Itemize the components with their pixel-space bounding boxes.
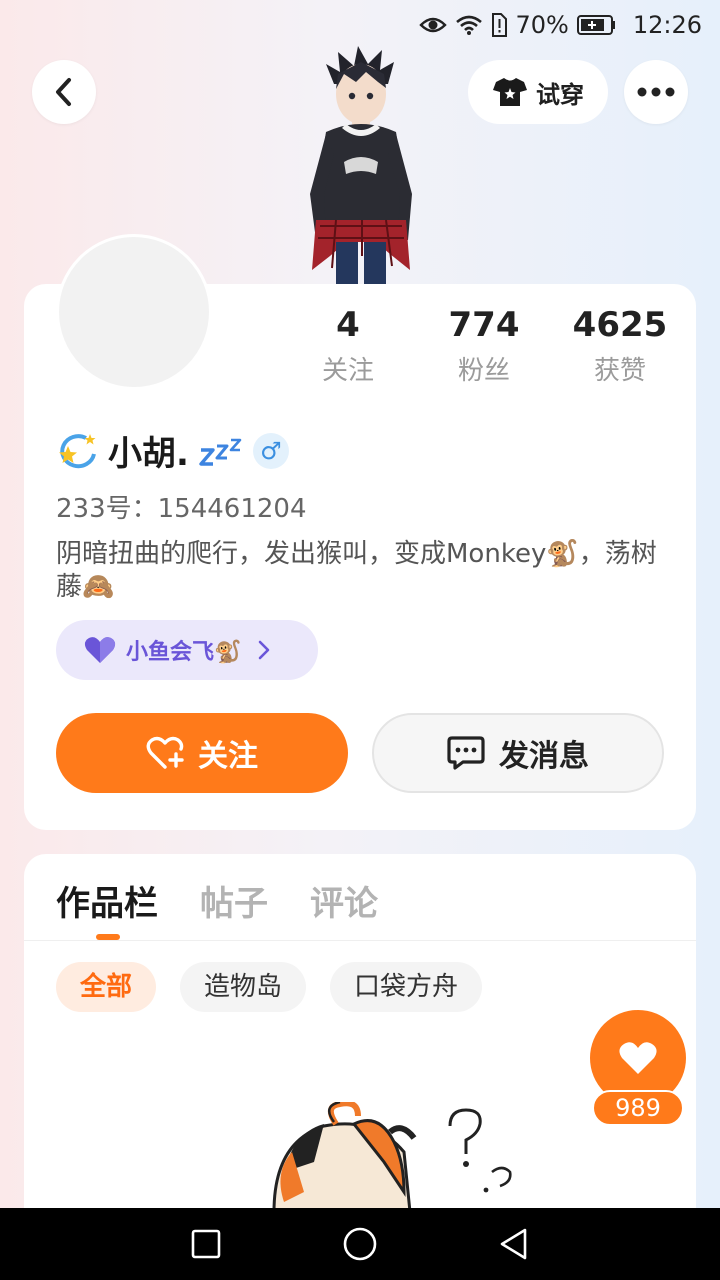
chip-pocket-ark[interactable]: 口袋方舟 [330, 962, 483, 1012]
avatar[interactable] [56, 234, 212, 390]
chip-creation-island[interactable]: 造物岛 [180, 962, 307, 1012]
username: 小胡. [108, 434, 189, 474]
wifi-icon [456, 15, 483, 35]
guild-badge[interactable]: 小鱼会飞🐒 [56, 620, 318, 680]
home-icon[interactable] [342, 1226, 378, 1262]
stat-likes[interactable]: 4625 获赞 [560, 304, 680, 387]
sim-alert-icon [492, 13, 508, 37]
stat-following[interactable]: 4 关注 [288, 304, 408, 387]
more-dots-icon [637, 87, 675, 97]
tab-works[interactable]: 作品栏 [56, 876, 158, 925]
likes-received-label: 获赞 [593, 356, 646, 386]
send-message-button[interactable]: 发消息 [372, 713, 664, 793]
tab-posts[interactable]: 帖子 [200, 876, 268, 925]
zzz-icon [199, 438, 242, 466]
heart-add-icon [146, 736, 184, 769]
recent-apps-icon[interactable] [190, 1228, 222, 1260]
status-bar: 70% 12:26 [0, 0, 720, 50]
tshirt-icon [493, 78, 527, 106]
dizzy-star-icon [59, 433, 96, 468]
system-navigation-bar [0, 1208, 720, 1280]
chat-bubble-icon [447, 736, 485, 770]
likes-received-count: 4625 [572, 305, 668, 345]
follow-button[interactable]: 关注 [56, 713, 348, 793]
tab-comments[interactable]: 评论 [310, 876, 378, 925]
try-on-label: 试穿 [536, 80, 584, 109]
eye-icon [419, 17, 448, 33]
chip-all[interactable]: 全部 [56, 962, 157, 1012]
bio: 阴暗扭曲的爬行，发出猴叫，变成Monkey🐒，荡树藤🙈 [56, 539, 657, 602]
gender-male-icon: ♂ [252, 432, 289, 469]
heart-icon [619, 1042, 657, 1074]
back-button[interactable] [32, 60, 96, 124]
divider [24, 940, 696, 941]
chevron-left-icon [56, 78, 71, 106]
followers-count: 774 [448, 305, 520, 345]
heart-icon [84, 637, 116, 663]
user-id[interactable]: 233号：154461204 [56, 488, 307, 525]
filter-chips: 全部 造物岛 口袋方舟 [56, 962, 483, 1012]
battery-percent: 70% [515, 11, 569, 39]
battery-charging-icon [576, 15, 615, 35]
send-message-label: 发消息 [499, 739, 589, 774]
following-count: 4 [336, 305, 360, 345]
like-count: 989 [592, 1090, 684, 1126]
try-on-button[interactable]: 试穿 [468, 60, 608, 124]
chevron-right-icon [259, 640, 270, 660]
follow-label: 关注 [198, 739, 258, 774]
followers-label: 粉丝 [457, 356, 510, 386]
avatar-character [310, 46, 412, 286]
content-tabs: 作品栏 帖子 评论 [56, 876, 378, 925]
empty-state-illustration [272, 1102, 512, 1212]
clock: 12:26 [632, 11, 702, 39]
guild-name: 小鱼会飞🐒 [126, 640, 242, 665]
more-button[interactable] [624, 60, 688, 124]
stat-followers[interactable]: 774 粉丝 [424, 304, 544, 387]
back-triangle-icon[interactable] [498, 1227, 530, 1261]
following-label: 关注 [321, 356, 374, 386]
username-row: 小胡. ♂ [56, 426, 289, 475]
